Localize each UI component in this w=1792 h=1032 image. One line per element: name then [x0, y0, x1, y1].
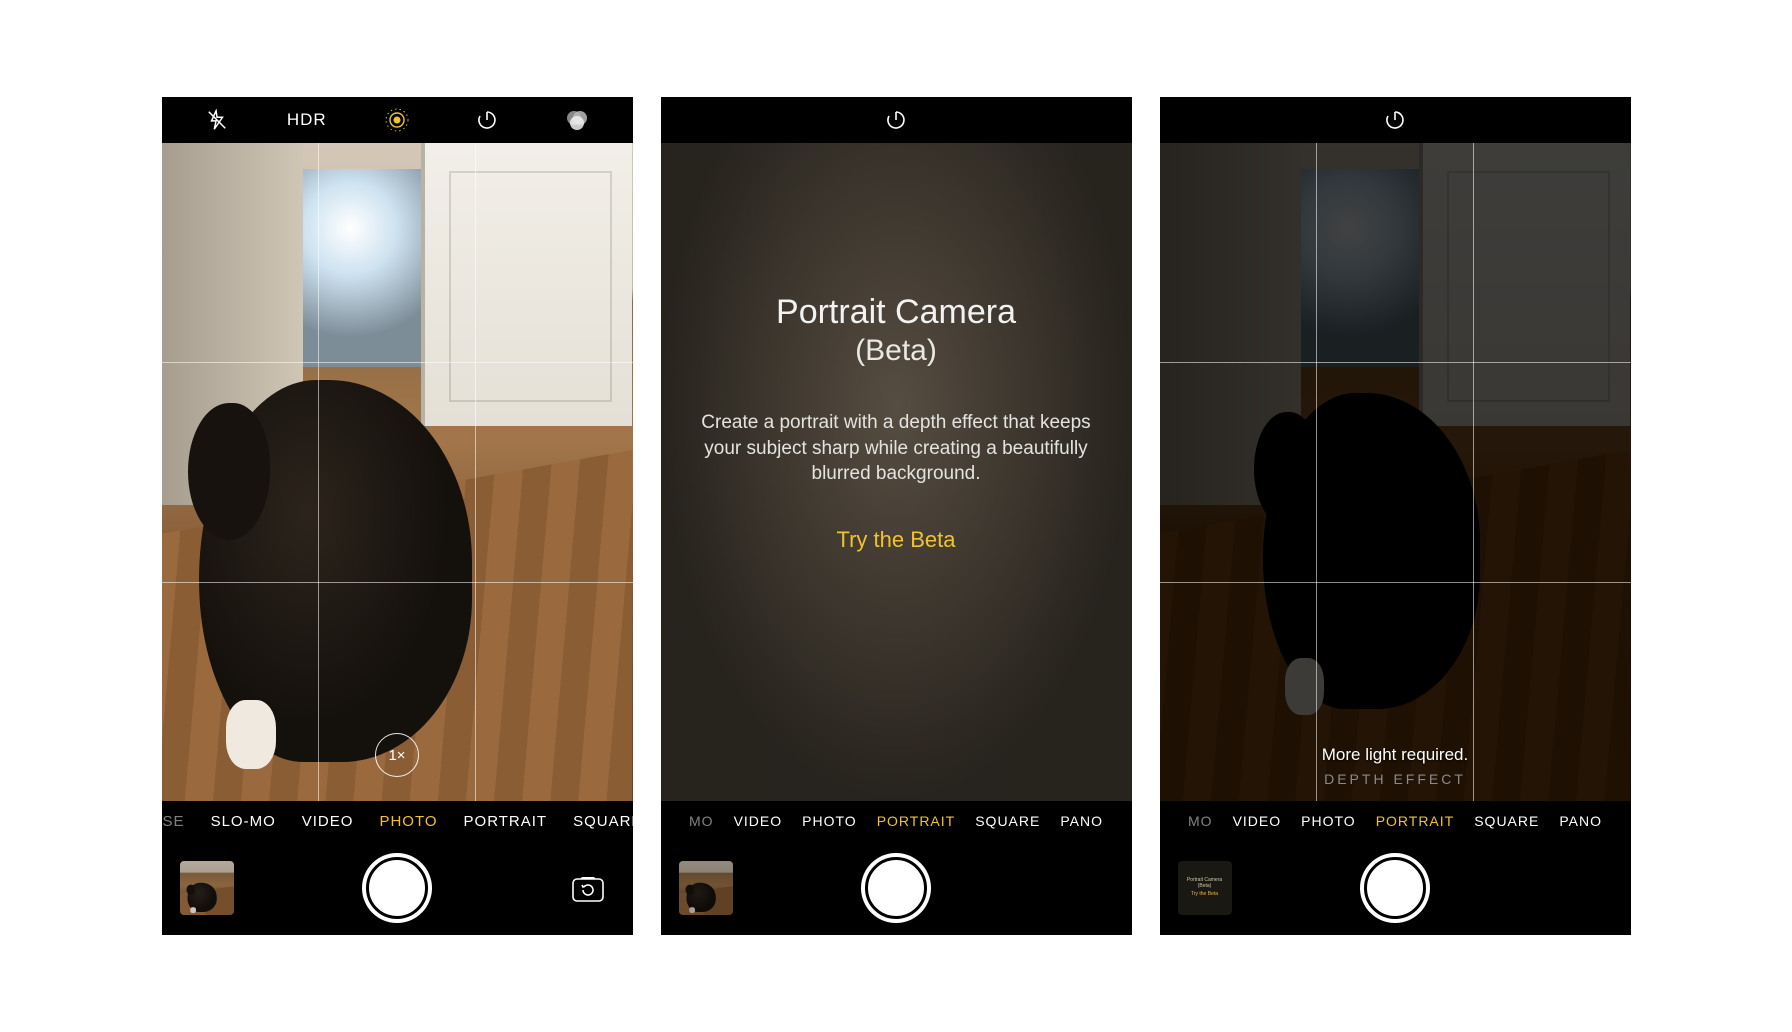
mode-portrait[interactable]: PORTRAIT [464, 813, 548, 830]
timer-icon[interactable] [464, 108, 510, 132]
mode-photo[interactable]: PHOTO [379, 813, 437, 830]
mode-portrait[interactable]: PORTRAIT [1376, 813, 1455, 829]
camera-screen-portrait-lowlight: More light required. DEPTH EFFECT MO VID… [1160, 97, 1631, 935]
viewfinder[interactable]: More light required. DEPTH EFFECT [1160, 143, 1631, 801]
mode-video[interactable]: VIDEO [302, 813, 354, 830]
camera-bottombar [661, 841, 1132, 935]
camera-topbar: HDR [162, 97, 633, 143]
camera-topbar [1160, 97, 1631, 143]
viewfinder: Portrait Camera (Beta) Create a portrait… [661, 143, 1132, 801]
viewfinder[interactable]: 1× [162, 143, 633, 801]
camera-screen-portrait-intro: Portrait Camera (Beta) Create a portrait… [661, 97, 1132, 935]
thumb-cta: Try the Beta [1191, 892, 1218, 898]
depth-effect-badge: DEPTH EFFECT [1324, 771, 1466, 787]
mode-square[interactable]: SQUARE [573, 813, 632, 830]
switch-camera-placeholder [1060, 861, 1114, 915]
mode-selector[interactable]: MO VIDEO PHOTO PORTRAIT SQUARE PANO [1160, 801, 1631, 841]
mode-pano[interactable]: PANO [1559, 813, 1602, 829]
camera-bottombar [162, 841, 633, 935]
switch-camera-button[interactable] [561, 861, 615, 915]
shutter-button[interactable] [861, 853, 931, 923]
mode-video[interactable]: VIDEO [734, 813, 783, 829]
intro-subtitle: (Beta) [855, 334, 937, 368]
mode-portrait[interactable]: PORTRAIT [877, 813, 956, 829]
last-photo-thumbnail[interactable] [679, 861, 733, 915]
mode-photo[interactable]: PHOTO [1301, 813, 1356, 829]
camera-screen-photo: HDR [162, 97, 633, 935]
shutter-button[interactable] [1360, 853, 1430, 923]
intro-description: Create a portrait with a depth effect th… [701, 410, 1092, 487]
live-photo-icon[interactable] [374, 107, 420, 133]
zoom-toggle[interactable]: 1× [375, 733, 419, 777]
intro-title: Portrait Camera [776, 293, 1016, 332]
status-message: More light required. [1322, 745, 1468, 765]
mode-fragment: PSE [162, 813, 185, 830]
last-photo-thumbnail[interactable]: Portrait Camera (Beta) Try the Beta [1178, 861, 1232, 915]
hdr-button[interactable]: HDR [284, 110, 330, 130]
filters-icon[interactable] [554, 107, 600, 133]
mode-fragment: MO [689, 813, 714, 829]
thumb-line2: (Beta) [1198, 884, 1212, 890]
mode-pano[interactable]: PANO [1060, 813, 1103, 829]
live-preview [162, 143, 633, 801]
mode-slo-mo[interactable]: SLO-MO [211, 813, 276, 830]
portrait-status: More light required. DEPTH EFFECT [1160, 745, 1631, 787]
mode-video[interactable]: VIDEO [1233, 813, 1282, 829]
last-photo-thumbnail[interactable] [180, 861, 234, 915]
mode-selector[interactable]: PSE SLO-MO VIDEO PHOTO PORTRAIT SQUARE [162, 801, 633, 841]
flash-off-icon[interactable] [194, 109, 240, 131]
live-preview [1160, 143, 1631, 801]
mode-fragment: MO [1188, 813, 1213, 829]
mode-square[interactable]: SQUARE [975, 813, 1040, 829]
try-beta-button[interactable]: Try the Beta [836, 527, 955, 553]
portrait-intro-overlay: Portrait Camera (Beta) Create a portrait… [661, 143, 1132, 801]
mode-selector[interactable]: MO VIDEO PHOTO PORTRAIT SQUARE PANO [661, 801, 1132, 841]
mode-photo[interactable]: PHOTO [802, 813, 857, 829]
shutter-button[interactable] [362, 853, 432, 923]
switch-camera-placeholder [1559, 861, 1613, 915]
timer-icon[interactable] [1383, 108, 1407, 132]
mode-square[interactable]: SQUARE [1474, 813, 1539, 829]
camera-bottombar: Portrait Camera (Beta) Try the Beta [1160, 841, 1631, 935]
camera-topbar [661, 97, 1132, 143]
timer-icon[interactable] [884, 108, 908, 132]
